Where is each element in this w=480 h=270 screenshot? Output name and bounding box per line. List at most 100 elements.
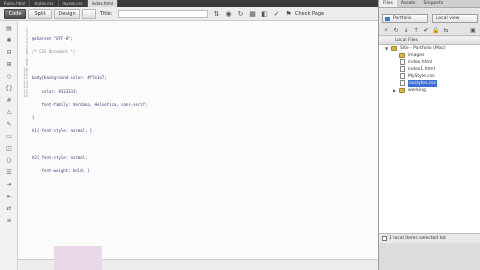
view-options-icon[interactable]: ▦ bbox=[248, 10, 257, 18]
code-line[interactable]: body{background-color: #f7e1e7; bbox=[32, 76, 148, 81]
code-line[interactable]: } bbox=[32, 115, 148, 120]
tab-assets[interactable]: Assets bbox=[397, 0, 420, 7]
document-tab[interactable]: styles.css bbox=[30, 0, 59, 7]
line-numbers: 1 2 3 4 5 6 7 8 9 10 11 12 13 14 15 16 bbox=[18, 27, 28, 99]
folder-icon bbox=[391, 46, 397, 51]
sync-icon[interactable]: ⇆ bbox=[442, 27, 450, 35]
document-tab[interactable]: layout.css bbox=[59, 0, 88, 7]
code-editor: Rules.html styles.css layout.css index.h… bbox=[0, 0, 378, 270]
status-checkbox[interactable] bbox=[382, 236, 387, 241]
tree-item-label: MyStyle.css bbox=[408, 74, 435, 79]
tree-item-label: index.html bbox=[408, 60, 432, 65]
split-view-button[interactable]: Split bbox=[28, 9, 52, 19]
status-text: 1 local items selected tot bbox=[389, 236, 446, 241]
wrap-tag-icon[interactable]: ⟨⟩ bbox=[5, 157, 13, 165]
design-view-button[interactable]: Design bbox=[54, 9, 80, 19]
tree-row-images[interactable]: images bbox=[379, 52, 480, 59]
css-file-icon bbox=[400, 80, 405, 86]
format-source-icon[interactable]: ≡ bbox=[5, 217, 13, 225]
validate-icon[interactable]: ✓ bbox=[272, 10, 281, 18]
document-tab[interactable]: Rules.html bbox=[0, 0, 31, 7]
tree-header: Local Files bbox=[379, 37, 480, 45]
connect-icon[interactable]: ⚡ bbox=[382, 27, 390, 35]
panel-tabs: Files Assets Snippets bbox=[379, 0, 480, 8]
html-file-icon bbox=[400, 66, 405, 72]
document-tab-active[interactable]: index.html bbox=[87, 0, 118, 7]
tab-snippets[interactable]: Snippets bbox=[420, 0, 448, 7]
tree-row-site[interactable]: ▼ Site - Portfolio (Mac) bbox=[379, 45, 480, 52]
tree-item-label: index1.html bbox=[408, 67, 435, 72]
code-view-button[interactable]: Code bbox=[4, 9, 26, 19]
view-select-value: Local view bbox=[436, 16, 460, 21]
live-view-button[interactable] bbox=[82, 9, 96, 19]
select-parent-tag-icon[interactable]: ◇ bbox=[5, 73, 13, 81]
line-numbers-icon[interactable]: # bbox=[5, 97, 13, 105]
put-files-icon[interactable]: ↑ bbox=[412, 27, 420, 35]
check-out-icon[interactable]: ✔ bbox=[422, 27, 430, 35]
html-file-icon bbox=[400, 59, 405, 65]
check-in-icon[interactable]: 🔒 bbox=[432, 27, 440, 35]
tree-row-osstyles[interactable]: osstyles.css bbox=[379, 80, 480, 87]
code-text[interactable]: @charset "UTF-8"; /* CSS Document */ bod… bbox=[32, 28, 148, 182]
code-line[interactable]: color: #333333; bbox=[32, 89, 148, 94]
tree-row-working[interactable]: ▶ working bbox=[379, 87, 480, 94]
expand-triangle-icon[interactable]: ▼ bbox=[385, 45, 388, 52]
collapse-selection-icon[interactable]: ⊟ bbox=[5, 49, 13, 57]
file-management-icon[interactable]: ⇅ bbox=[212, 10, 221, 18]
code-line[interactable]: h2{ font-style: normal; bbox=[32, 155, 148, 160]
preview-globe-icon[interactable]: ◉ bbox=[224, 10, 233, 18]
recent-snippets-icon[interactable]: ☰ bbox=[5, 169, 13, 177]
code-line[interactable]: font-family: Verdana, Helvetica, sans-se… bbox=[32, 102, 148, 107]
refresh-icon[interactable]: ↻ bbox=[392, 27, 400, 35]
tree-row-index1[interactable]: index1.html bbox=[379, 66, 480, 73]
code-line[interactable]: font-weight: bold; } bbox=[32, 168, 148, 173]
expand-panel-icon[interactable]: ▣ bbox=[469, 27, 477, 35]
check-page-button[interactable]: Check Page bbox=[295, 10, 324, 18]
site-select[interactable]: Portfolio bbox=[382, 14, 428, 23]
refresh-icon[interactable]: ↻ bbox=[236, 10, 245, 18]
panel-bottom-area bbox=[379, 243, 480, 270]
files-panel: Files Assets Snippets Portfolio Local vi… bbox=[378, 0, 480, 270]
balance-braces-icon[interactable]: {} bbox=[5, 85, 13, 93]
apply-comment-icon[interactable]: ▭ bbox=[5, 133, 13, 141]
line-number: 16 bbox=[23, 93, 28, 99]
open-documents-icon[interactable]: ▤ bbox=[5, 25, 13, 33]
tab-files[interactable]: Files bbox=[379, 0, 397, 7]
coding-toolbar: ▤ ✱ ⊟ ⊞ ◇ {} # ⚠ ✎ ▭ ◫ ⟨⟩ ☰ ⇥ ⇤ ⇄ ≡ bbox=[0, 21, 18, 270]
document-toolbar: Code Split Design Title: ⇅ ◉ ↻ ▦ ◧ ✓ ⚑ C… bbox=[0, 7, 378, 21]
tree-item-label: osstyles.css bbox=[408, 80, 437, 87]
check-page-icon[interactable]: ⚑ bbox=[284, 10, 293, 18]
code-line[interactable] bbox=[32, 143, 148, 147]
tree-item-label: Site - Portfolio (Mac) bbox=[400, 46, 446, 51]
document-tabs: Rules.html styles.css layout.css index.h… bbox=[0, 0, 378, 7]
tree-item-label: images bbox=[408, 53, 425, 58]
background-window bbox=[54, 246, 102, 270]
highlight-invalid-icon[interactable]: ⚠ bbox=[5, 109, 13, 117]
remove-comment-icon[interactable]: ◫ bbox=[5, 145, 13, 153]
title-input[interactable] bbox=[118, 10, 208, 18]
expand-all-icon[interactable]: ⊞ bbox=[5, 61, 13, 69]
syntax-error-icon[interactable]: ✎ bbox=[5, 121, 13, 129]
code-line[interactable]: @charset "UTF-8"; bbox=[32, 36, 148, 41]
get-files-icon[interactable]: ↓ bbox=[402, 27, 410, 35]
tree-row-index[interactable]: index.html bbox=[379, 59, 480, 66]
tree-item-label: working bbox=[408, 88, 426, 93]
site-select-value: Portfolio bbox=[393, 16, 412, 21]
view-select[interactable]: Local view bbox=[432, 14, 478, 23]
tree-row-mystyle[interactable]: MyStyle.css bbox=[379, 73, 480, 80]
visual-aids-icon[interactable]: ◧ bbox=[260, 10, 269, 18]
file-tree: Local Files ▼ Site - Portfolio (Mac) ima… bbox=[379, 37, 480, 233]
outdent-code-icon[interactable]: ⇄ bbox=[5, 205, 13, 213]
folder-icon bbox=[399, 88, 405, 93]
collapse-triangle-icon[interactable]: ▶ bbox=[393, 87, 396, 94]
collapse-tag-icon[interactable]: ✱ bbox=[5, 37, 13, 45]
code-line[interactable]: /* CSS Document */ bbox=[32, 49, 148, 54]
folder-icon bbox=[399, 53, 405, 58]
panel-status-bar: 1 local items selected tot bbox=[379, 233, 480, 243]
code-line[interactable]: h1{ font-style: normal; } bbox=[32, 128, 148, 133]
code-line[interactable] bbox=[32, 63, 148, 67]
indent-code-icon[interactable]: ⇤ bbox=[5, 193, 13, 201]
css-file-icon bbox=[400, 73, 405, 79]
title-label: Title: bbox=[100, 11, 113, 17]
move-css-icon[interactable]: ⇥ bbox=[5, 181, 13, 189]
